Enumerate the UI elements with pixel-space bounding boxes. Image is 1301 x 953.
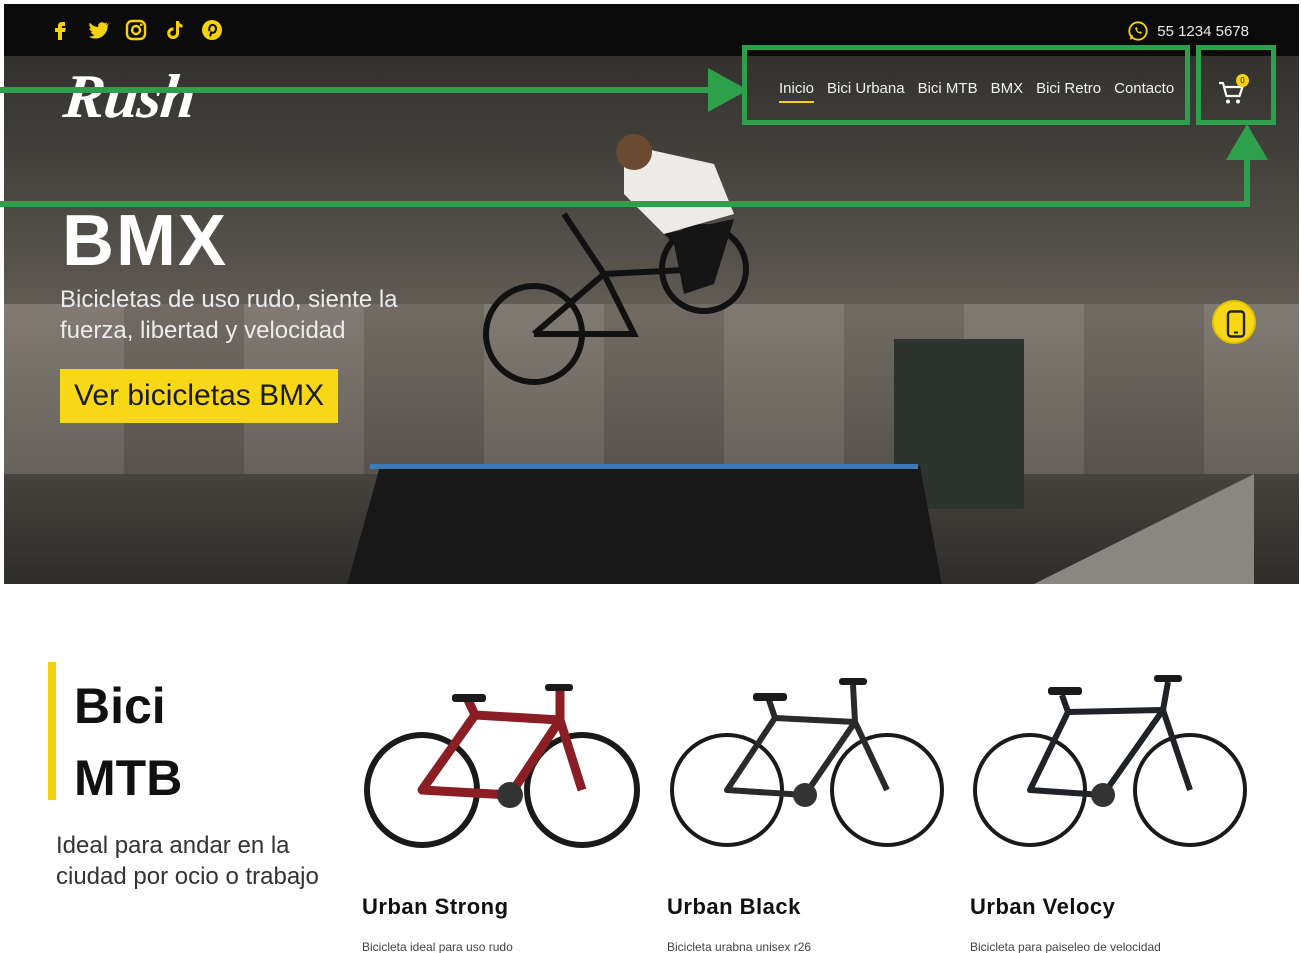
view-bmx-button[interactable]: Ver bicicletas BMX bbox=[60, 369, 339, 423]
bmx-rider-illustration bbox=[483, 134, 749, 385]
annotation-arrow-line-top bbox=[0, 87, 715, 93]
hero-title: BMX bbox=[62, 201, 228, 281]
bike-image[interactable] bbox=[665, 660, 955, 850]
page: 55 1234 5678 Rush Inicio Bici Urbana Bic… bbox=[0, 0, 1301, 953]
whatsapp-icon bbox=[1128, 21, 1148, 41]
product-name[interactable]: Urban Velocy bbox=[970, 894, 1115, 920]
hero-ramp bbox=[344, 466, 944, 584]
section-accent-bar bbox=[48, 662, 56, 800]
annotation-box-cart bbox=[1196, 45, 1276, 125]
product-name[interactable]: Urban Strong bbox=[362, 894, 509, 920]
mobile-contact-button[interactable] bbox=[1212, 300, 1256, 344]
product-card[interactable]: Urban Black Bicicleta urabna unisex r26 bbox=[665, 660, 955, 953]
facebook-icon[interactable] bbox=[48, 18, 72, 42]
section-description: Ideal para andar en la ciudad por ocio o… bbox=[56, 832, 319, 890]
hero-ramp-edge bbox=[370, 464, 918, 469]
hero-side-ramp bbox=[1034, 474, 1254, 584]
hero-subtitle: Bicicletas de uso rudo, siente la fuerza… bbox=[60, 286, 398, 344]
smartphone-icon bbox=[1226, 310, 1246, 338]
product-card[interactable]: Urban Strong Bicicleta ideal para uso ru… bbox=[360, 660, 650, 953]
product-description: Bicicleta para paiseleo de velocidad bbox=[970, 940, 1161, 953]
bike-image[interactable] bbox=[968, 660, 1258, 850]
phone-contact[interactable]: 55 1234 5678 bbox=[1127, 20, 1249, 42]
section-title-line2: MTB bbox=[74, 750, 183, 806]
annotation-arrowhead-up bbox=[1226, 124, 1268, 160]
phone-number: 55 1234 5678 bbox=[1157, 22, 1249, 40]
social-links bbox=[48, 18, 224, 42]
site-logo[interactable]: Rush bbox=[60, 62, 198, 133]
bike-image[interactable] bbox=[360, 660, 650, 850]
section-title: Bici MTB bbox=[74, 670, 274, 814]
pinterest-icon[interactable] bbox=[200, 18, 224, 42]
product-name[interactable]: Urban Black bbox=[667, 894, 801, 920]
tiktok-icon[interactable] bbox=[162, 18, 186, 42]
section-title-line1: Bici bbox=[74, 678, 166, 734]
annotation-arrow-line-bottom bbox=[0, 201, 1250, 207]
product-card[interactable]: Urban Velocy Bicicleta para paiseleo de … bbox=[968, 660, 1258, 953]
product-description: Bicicleta ideal para uso rudo bbox=[362, 940, 513, 953]
annotation-box-navigation bbox=[742, 45, 1190, 125]
product-description: Bicicleta urabna unisex r26 bbox=[667, 940, 812, 953]
instagram-icon[interactable] bbox=[124, 18, 148, 42]
twitter-icon[interactable] bbox=[86, 18, 110, 42]
